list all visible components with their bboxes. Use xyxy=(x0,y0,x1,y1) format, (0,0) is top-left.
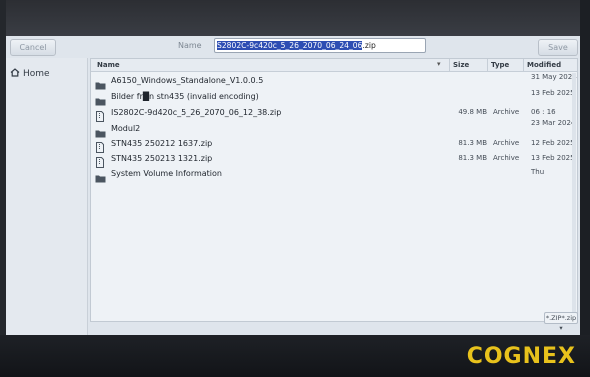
name-label: Name xyxy=(178,41,202,50)
chevron-down-icon: ▾ xyxy=(559,324,563,332)
file-row[interactable]: Modul2 xyxy=(91,121,577,138)
save-button[interactable]: Save xyxy=(538,39,578,56)
file-size: 49.8 MB xyxy=(458,108,487,116)
file-size: 81.3 MB xyxy=(458,154,487,162)
filename-selected-text: S2802C-9c420c_5_26_2070_06_24_06 xyxy=(217,41,363,50)
modified-date-text: 13 Feb 2025 xyxy=(531,89,575,97)
file-row[interactable]: STN435 250213 1321.zip 81.3 MB Archive 1… xyxy=(91,151,577,168)
file-name: A6150_Windows_Standalone_V1.0.0.5 xyxy=(111,76,264,85)
sidebar-item-label: Home xyxy=(23,69,50,79)
modified-date-text: Thu xyxy=(531,168,545,176)
file-row[interactable]: Bilder fr█n stn435 (invalid encoding) xyxy=(91,89,577,106)
filter-label: *.ZIP*.zip xyxy=(545,314,577,322)
folder-icon xyxy=(95,168,106,187)
file-modified: 13 Feb 2025 xyxy=(531,154,575,162)
column-header-modified[interactable]: Modified xyxy=(527,61,561,69)
column-divider xyxy=(523,59,524,71)
cancel-button[interactable]: Cancel xyxy=(10,39,56,56)
column-header-type[interactable]: Type xyxy=(491,61,509,69)
file-name: IS2802C-9d420c_5_26_2070_06_12_38.zip xyxy=(111,108,282,117)
file-list: Name ▾ Size Type Modified A6150_Windows_… xyxy=(90,58,578,322)
file-modified: 12 Feb 2025 xyxy=(531,139,575,147)
file-row[interactable]: A6150_Windows_Standalone_V1.0.0.5 xyxy=(91,73,577,90)
modified-date-text: 31 May 2024 xyxy=(531,73,577,81)
file-save-dialog: Cancel Name S2802C-9c420c_5_26_2070_06_2… xyxy=(6,36,580,335)
file-modified: 06 : 16 xyxy=(531,108,556,116)
places-sidebar: Home xyxy=(6,58,88,335)
file-name: STN435 250212 1637.zip xyxy=(111,139,213,148)
file-name: Bilder fr█n stn435 (invalid encoding) xyxy=(111,92,259,101)
column-header-name[interactable]: Name xyxy=(97,61,120,69)
vertical-scrollbar[interactable] xyxy=(572,73,576,318)
file-size: 81.3 MB xyxy=(458,139,487,147)
device-bezel-top xyxy=(0,0,590,36)
file-row[interactable]: STN435 250212 1637.zip 81.3 MB Archive 1… xyxy=(91,136,577,153)
file-row[interactable]: System Volume Information xyxy=(91,166,577,183)
home-icon xyxy=(10,68,20,80)
sort-descending-icon: ▾ xyxy=(437,60,441,68)
column-divider xyxy=(449,59,450,71)
file-name: Modul2 xyxy=(111,124,141,133)
file-type: Archive xyxy=(493,154,520,162)
filename-input[interactable]: S2802C-9c420c_5_26_2070_06_24_06.zip xyxy=(214,38,426,53)
column-header-size[interactable]: Size xyxy=(453,61,469,69)
sidebar-item-home[interactable]: Home xyxy=(10,68,50,80)
cognex-logo: COGNEX xyxy=(466,344,576,369)
file-name: STN435 250213 1321.zip xyxy=(111,154,213,163)
modified-date-text: 23 Mar 2024 xyxy=(531,119,576,127)
file-type: Archive xyxy=(493,108,520,116)
file-type-filter-select[interactable]: *.ZIP*.zip ▾ xyxy=(544,312,578,332)
file-type: Archive xyxy=(493,139,520,147)
file-name: System Volume Information xyxy=(111,169,222,178)
dialog-header: Cancel Name S2802C-9c420c_5_26_2070_06_2… xyxy=(6,36,580,58)
filename-extension: .zip xyxy=(362,41,376,50)
device-bezel-right xyxy=(580,0,590,377)
file-list-header: Name ▾ Size Type Modified xyxy=(91,59,577,72)
file-row[interactable]: IS2802C-9d420c_5_26_2070_06_12_38.zip 49… xyxy=(91,105,577,122)
column-divider xyxy=(487,59,488,71)
